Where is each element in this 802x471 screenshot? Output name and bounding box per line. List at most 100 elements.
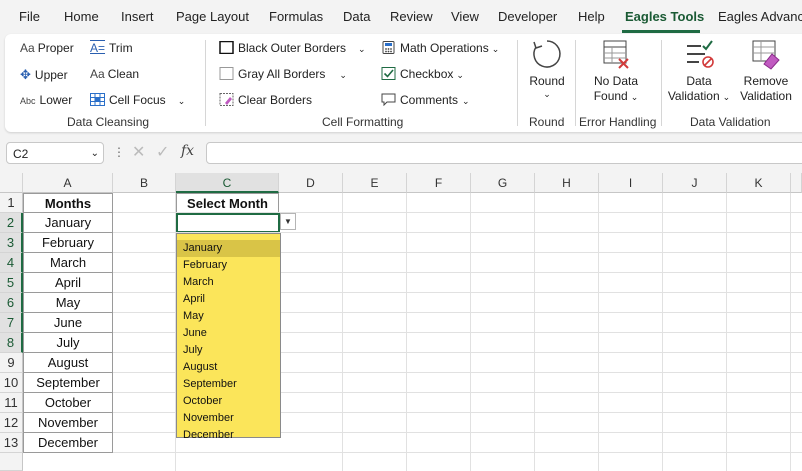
cell-c2-selected[interactable] (176, 213, 280, 233)
formula-input[interactable] (206, 142, 802, 164)
row-header-6[interactable]: 6 (0, 293, 23, 313)
dropdown-arrow-button[interactable]: ▼ (280, 213, 296, 230)
cell-a6[interactable]: May (23, 293, 113, 313)
dropdown-item-june[interactable]: June (177, 325, 280, 342)
trim-button[interactable]: A= Trim (90, 41, 133, 55)
column-header-k[interactable]: K (727, 173, 791, 193)
cell-a12[interactable]: November (23, 413, 113, 433)
column-header-l[interactable] (791, 173, 802, 193)
column-f-gridline (407, 193, 471, 471)
validation-dropdown-list[interactable]: January February March April May June Ju… (176, 233, 281, 441)
row-header-11[interactable]: 11 (0, 393, 23, 413)
column-header-b[interactable]: B (113, 173, 176, 193)
chevron-down-icon: ⌄ (491, 44, 500, 54)
black-outer-borders-button[interactable]: Black Outer Borders ⌄ (219, 41, 366, 55)
tab-page-layout[interactable]: Page Layout (176, 9, 249, 24)
cell-c1[interactable]: Select Month (176, 193, 279, 213)
clean-icon: Aa (90, 67, 105, 81)
gray-all-borders-button[interactable]: Gray All Borders ⌄ (219, 67, 347, 81)
cell-a10[interactable]: September (23, 373, 113, 393)
cancel-entry-icon[interactable]: ✕ (132, 142, 145, 162)
tab-eagles-tools[interactable]: Eagles Tools (625, 9, 704, 24)
row-header-7[interactable]: 7 (0, 313, 23, 333)
more-options-icon[interactable]: ⋮ (113, 145, 125, 159)
dropdown-item-april[interactable]: April (177, 291, 280, 308)
dropdown-item-july[interactable]: July (177, 342, 280, 359)
column-j-gridline (663, 193, 727, 471)
tab-data[interactable]: Data (343, 9, 370, 24)
cell-focus-button[interactable]: Cell Focus ⌄ (90, 93, 185, 107)
dropdown-item-december[interactable]: December (177, 427, 280, 444)
row-header-9[interactable]: 9 (0, 353, 23, 373)
comments-button[interactable]: Comments ⌄ (381, 93, 470, 107)
chevron-down-icon: ⌄ (543, 89, 551, 99)
row-header-5[interactable]: 5 (0, 273, 23, 293)
dropdown-item-january[interactable]: January (177, 240, 280, 257)
cell-a5[interactable]: April (23, 273, 113, 293)
row-header-2[interactable]: 2 (0, 213, 23, 233)
column-header-c[interactable]: C (176, 173, 279, 193)
upper-button[interactable]: ✥ Upper (20, 67, 68, 83)
row-header-14[interactable] (0, 453, 23, 471)
cell-a9[interactable]: August (23, 353, 113, 373)
cell-a8[interactable]: July (23, 333, 113, 353)
tab-review[interactable]: Review (390, 9, 433, 24)
cell-focus-label: Cell Focus (109, 93, 166, 107)
clear-borders-button[interactable]: Clear Borders (219, 93, 312, 107)
dropdown-item-august[interactable]: August (177, 359, 280, 376)
group-divider (205, 40, 206, 126)
tab-home[interactable]: Home (64, 9, 99, 24)
lower-button[interactable]: Abc Lower (20, 93, 72, 107)
tab-formulas[interactable]: Formulas (269, 9, 323, 24)
tab-file[interactable]: File (19, 9, 40, 24)
round-button[interactable]: Round ⌄ (525, 38, 569, 99)
row-header-3[interactable]: 3 (0, 233, 23, 253)
row-header-13[interactable]: 13 (0, 433, 23, 453)
column-header-d[interactable]: D (279, 173, 343, 193)
clean-button[interactable]: Aa Clean (90, 67, 139, 81)
cell-a4[interactable]: March (23, 253, 113, 273)
cell-a3[interactable]: February (23, 233, 113, 253)
no-data-found-label-line1: No Data (593, 74, 639, 88)
column-header-h[interactable]: H (535, 173, 599, 193)
name-box[interactable]: C2 ⌄ (6, 142, 104, 164)
dropdown-item-september[interactable]: September (177, 376, 280, 393)
select-all-corner[interactable] (0, 173, 23, 193)
cell-a2[interactable]: January (23, 213, 113, 233)
row-header-12[interactable]: 12 (0, 413, 23, 433)
column-header-i[interactable]: I (599, 173, 663, 193)
remove-validation-button[interactable]: Remove Validation (736, 38, 796, 104)
function-icon[interactable]: fx (181, 143, 194, 159)
column-header-e[interactable]: E (343, 173, 407, 193)
dropdown-item-may[interactable]: May (177, 308, 280, 325)
dropdown-item-february[interactable]: February (177, 257, 280, 274)
tab-help[interactable]: Help (578, 9, 605, 24)
column-header-g[interactable]: G (471, 173, 535, 193)
tab-developer[interactable]: Developer (498, 9, 557, 24)
cell-a13[interactable]: December (23, 433, 113, 453)
column-header-f[interactable]: F (407, 173, 471, 193)
cell-a7[interactable]: June (23, 313, 113, 333)
dropdown-item-march[interactable]: March (177, 274, 280, 291)
proper-button[interactable]: Aa Proper (20, 41, 74, 55)
cell-a11[interactable]: October (23, 393, 113, 413)
tab-insert[interactable]: Insert (121, 9, 154, 24)
math-operations-button[interactable]: Math Operations ⌄ (381, 41, 499, 55)
tab-eagles-advanced[interactable]: Eagles Advanc (718, 9, 802, 24)
dropdown-item-october[interactable]: October (177, 393, 280, 410)
no-data-found-button[interactable]: No Data Found ⌄ (585, 38, 647, 105)
column-header-j[interactable]: J (663, 173, 727, 193)
tab-view[interactable]: View (451, 9, 479, 24)
confirm-entry-icon[interactable]: ✓ (156, 142, 169, 162)
row-header-10[interactable]: 10 (0, 373, 23, 393)
remove-validation-label-line1: Remove (743, 74, 789, 88)
checkbox-button[interactable]: Checkbox ⌄ (381, 67, 464, 81)
row-header-8[interactable]: 8 (0, 333, 23, 353)
row-header-1[interactable]: 1 (0, 193, 23, 213)
data-validation-button[interactable]: Data Validation ⌄ (666, 38, 732, 105)
column-header-a[interactable]: A (23, 173, 113, 193)
row-header-4[interactable]: 4 (0, 253, 23, 273)
cell-a1[interactable]: Months (23, 193, 113, 213)
calculator-icon (382, 41, 395, 54)
dropdown-item-november[interactable]: November (177, 410, 280, 427)
